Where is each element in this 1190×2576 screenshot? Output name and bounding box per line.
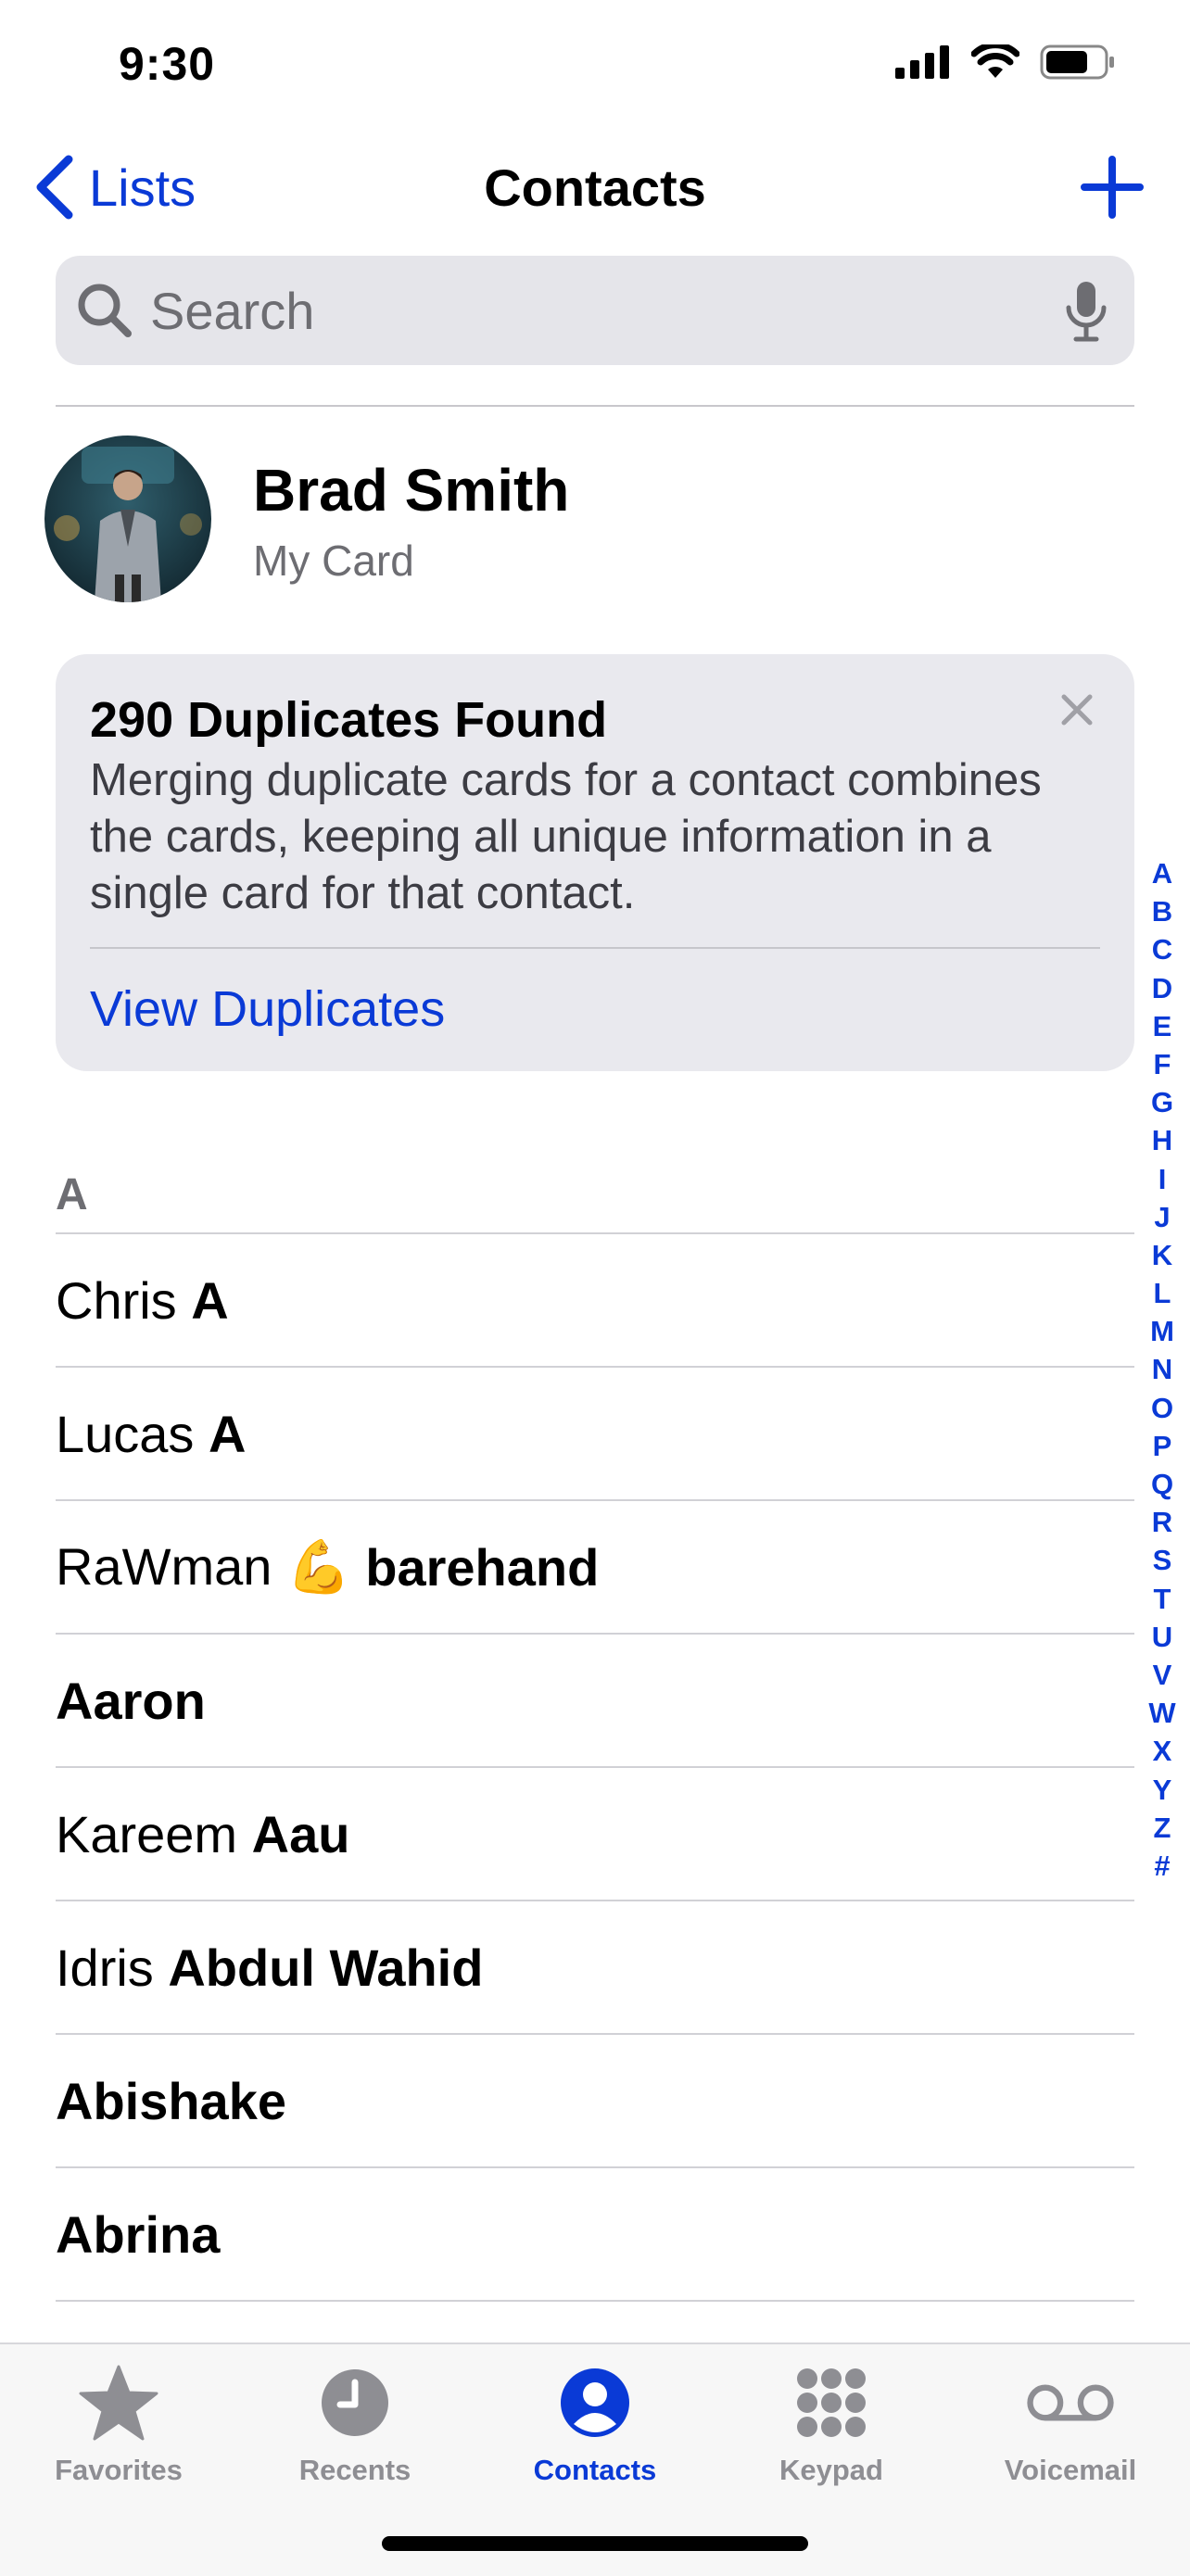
list-item[interactable]: RaWman 💪 barehand <box>56 1499 1134 1633</box>
index-letter[interactable]: X <box>1153 1732 1172 1770</box>
divider <box>90 947 1100 949</box>
contact-last-name: Abishake <box>56 2071 286 2130</box>
plus-icon <box>1081 156 1144 219</box>
index-letter[interactable]: N <box>1152 1350 1172 1388</box>
status-time: 9:30 <box>119 38 216 90</box>
contact-first-name: RaWman 💪 <box>56 1537 351 1596</box>
contact-first-name: Lucas <box>56 1404 195 1463</box>
index-letter[interactable]: E <box>1153 1007 1172 1045</box>
wifi-icon <box>971 44 1019 78</box>
index-letter[interactable]: K <box>1152 1236 1172 1274</box>
index-letter[interactable]: Q <box>1151 1465 1173 1503</box>
contact-first-name: Chris <box>56 1270 177 1330</box>
index-letter[interactable]: B <box>1152 892 1172 930</box>
contact-first-name: Kareem <box>56 1804 238 1863</box>
contact-last-name: Abdul Wahid <box>168 1938 484 1997</box>
tab-recents[interactable]: Recents <box>244 2363 466 2487</box>
index-letter[interactable]: C <box>1152 930 1172 968</box>
contact-last-name: Aau <box>251 1804 350 1863</box>
clock-icon <box>310 2363 399 2443</box>
microphone-icon[interactable] <box>1064 280 1108 343</box>
my-card-label: My Card <box>253 537 414 585</box>
close-icon[interactable] <box>1055 688 1099 732</box>
tab-favorites[interactable]: Favorites <box>7 2363 230 2487</box>
index-letter[interactable]: W <box>1148 1694 1175 1732</box>
tab-label: Keypad <box>779 2454 883 2486</box>
voicemail-icon <box>1026 2363 1115 2443</box>
index-letter[interactable]: H <box>1152 1121 1172 1159</box>
index-letter[interactable]: L <box>1154 1274 1171 1312</box>
list-item[interactable]: Lucas A <box>56 1366 1134 1499</box>
tab-label: Contacts <box>533 2454 657 2486</box>
index-letter[interactable]: O <box>1151 1389 1173 1427</box>
search-icon <box>78 284 132 337</box>
index-letter[interactable]: P <box>1153 1427 1172 1465</box>
list-item[interactable]: Abrina <box>56 2166 1134 2302</box>
index-letter[interactable]: I <box>1158 1160 1167 1198</box>
index-letter[interactable]: V <box>1153 1656 1172 1694</box>
tab-voicemail[interactable]: Voicemail <box>959 2363 1182 2487</box>
index-letter[interactable]: Z <box>1154 1809 1171 1847</box>
divider <box>56 405 1134 407</box>
search-input[interactable] <box>150 256 984 365</box>
add-contact-button[interactable] <box>1075 150 1149 224</box>
status-icons <box>895 44 1116 80</box>
home-indicator <box>382 2536 808 2551</box>
search-field[interactable] <box>56 256 1134 365</box>
my-card-name[interactable]: Brad Smith <box>253 456 569 524</box>
avatar[interactable] <box>44 436 211 602</box>
index-letter[interactable]: Y <box>1153 1771 1172 1809</box>
tab-label: Recents <box>298 2454 411 2486</box>
duplicates-title: 290 Duplicates Found <box>90 692 608 748</box>
list-item[interactable]: Chris A <box>56 1232 1134 1366</box>
avatar-photo <box>44 436 211 602</box>
keypad-icon <box>787 2363 876 2443</box>
index-letter[interactable]: # <box>1154 1847 1170 1885</box>
index-letter[interactable]: J <box>1154 1198 1170 1236</box>
index-letter[interactable]: A <box>1152 854 1172 892</box>
index-letter[interactable]: F <box>1154 1045 1171 1083</box>
list-item[interactable]: Aaron <box>56 1633 1134 1766</box>
list-item[interactable]: Idris Abdul Wahid <box>56 1900 1134 2033</box>
contact-last-name: A <box>191 1270 229 1330</box>
tab-label: Favorites <box>55 2454 183 2486</box>
contact-first-name: Idris <box>56 1938 154 1997</box>
section-header: A <box>56 1170 88 1219</box>
list-item[interactable]: Kareem Aau <box>56 1766 1134 1900</box>
index-letter[interactable]: U <box>1152 1618 1172 1656</box>
contact-last-name: barehand <box>365 1537 600 1597</box>
index-letter[interactable]: T <box>1154 1580 1171 1618</box>
person-circle-icon <box>551 2363 639 2443</box>
section-index[interactable]: A B C D E F G H I J K L M N O P Q R S T U V W X Y Z # <box>1144 854 1181 1885</box>
tab-label: Voicemail <box>1004 2454 1137 2486</box>
tab-keypad[interactable]: Keypad <box>720 2363 943 2487</box>
duplicates-description: Merging duplicate cards for a contact co… <box>90 755 1042 918</box>
index-letter[interactable]: G <box>1151 1083 1173 1121</box>
list-item[interactable]: Abishake <box>56 2033 1134 2166</box>
index-letter[interactable]: M <box>1150 1312 1174 1350</box>
contact-last-name: A <box>209 1404 247 1463</box>
view-duplicates-button[interactable]: View Duplicates <box>90 980 445 1038</box>
contact-last-name: Abrina <box>56 2204 221 2264</box>
cellular-signal-icon <box>895 45 949 79</box>
tab-contacts[interactable]: Contacts <box>484 2363 706 2487</box>
contacts-list: Chris A Lucas A RaWman 💪 barehand Aaron … <box>56 1232 1134 2302</box>
index-letter[interactable]: S <box>1153 1541 1172 1579</box>
duplicates-card: 290 Duplicates Found Merging duplicate c… <box>56 654 1134 1071</box>
contact-last-name: Aaron <box>56 1671 206 1730</box>
index-letter[interactable]: D <box>1152 969 1172 1007</box>
page-title: Contacts <box>484 158 706 217</box>
index-letter[interactable]: R <box>1152 1503 1172 1541</box>
battery-icon <box>1040 44 1114 80</box>
star-icon <box>74 2363 163 2443</box>
